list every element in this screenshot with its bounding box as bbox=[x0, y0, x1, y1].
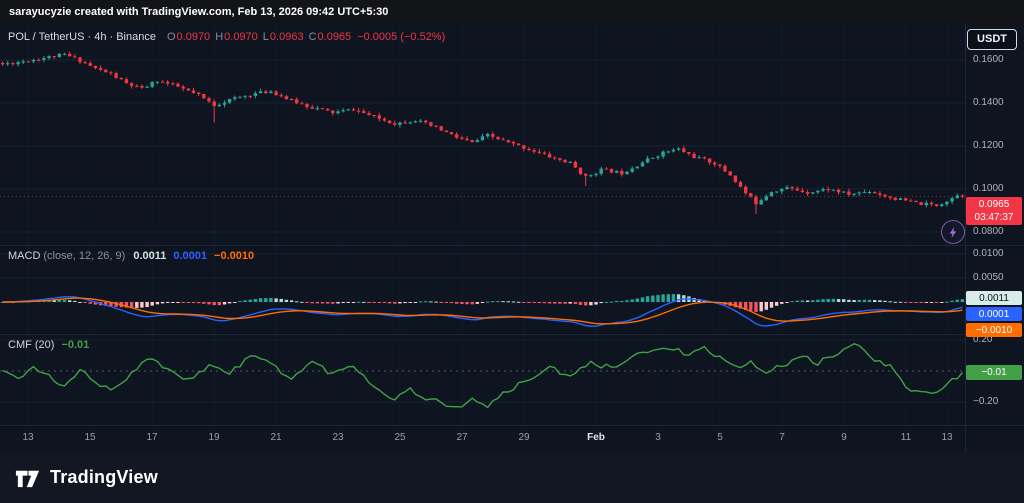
last-price-label: 0.096503:47:37 bbox=[966, 197, 1022, 225]
macd-line-axis-value: 0.0001 bbox=[966, 307, 1022, 321]
macd-params: (close, 12, 26, 9) bbox=[43, 250, 125, 262]
cmf-legend[interactable]: CMF (20) −0.01 bbox=[8, 339, 89, 351]
footer-bar: TradingView bbox=[0, 452, 1024, 503]
tradingview-logo[interactable]: TradingView bbox=[14, 464, 158, 491]
time-axis-tick: Feb bbox=[581, 432, 611, 443]
high-value: 0.0970 bbox=[224, 31, 258, 43]
time-axis-tick: 5 bbox=[705, 432, 735, 443]
time-axis-tick: 3 bbox=[643, 432, 673, 443]
price-pane-canvas[interactable] bbox=[0, 24, 965, 245]
macd-line-value: 0.0001 bbox=[173, 250, 207, 262]
open-label: O bbox=[167, 31, 176, 43]
high-label: H bbox=[215, 31, 223, 43]
instant-trade-button[interactable] bbox=[941, 220, 965, 244]
macd-axis-label: 0.0050 bbox=[973, 272, 1004, 284]
tradingview-logo-icon bbox=[14, 464, 41, 491]
price-axis-label: 0.0800 bbox=[973, 226, 1004, 238]
time-axis-tick: 17 bbox=[137, 432, 167, 443]
macd-histogram-axis-value: 0.0011 bbox=[966, 291, 1022, 305]
time-axis-tick: 7 bbox=[767, 432, 797, 443]
time-axis-tick: 11 bbox=[891, 432, 921, 443]
price-axis-label: 0.1000 bbox=[973, 183, 1004, 195]
symbol-legend[interactable]: POL / TetherUS · 4h · BinanceO0.0970H0.0… bbox=[8, 31, 445, 43]
cmf-axis-value: −0.01 bbox=[966, 365, 1022, 380]
change-value: −0.0005 (−0.52%) bbox=[357, 31, 445, 43]
time-axis-tick: 23 bbox=[323, 432, 353, 443]
price-axis[interactable]: 0.1600 0.1400 0.1200 0.1000 0.0800 0.0100 0.00… bbox=[966, 24, 1024, 425]
low-label: L bbox=[263, 31, 269, 43]
price-axis-label: 0.1600 bbox=[973, 54, 1004, 66]
attribution-text: sarayucyzie created with TradingView.com… bbox=[9, 6, 388, 18]
cmf-pane-canvas[interactable] bbox=[0, 334, 965, 425]
time-axis-tick: 13 bbox=[13, 432, 43, 443]
price-axis-label: 0.1200 bbox=[973, 140, 1004, 152]
time-axis-tick: 29 bbox=[509, 432, 539, 443]
time-axis-tick: 19 bbox=[199, 432, 229, 443]
time-axis[interactable]: 13 15 17 19 21 23 25 27 29 Feb 3 5 7 9 11 13 bbox=[0, 425, 965, 452]
low-value: 0.0963 bbox=[270, 31, 304, 43]
time-axis-tick: 13 bbox=[932, 432, 962, 443]
macd-signal-value: −0.0010 bbox=[214, 250, 254, 262]
attribution-bar: sarayucyzie created with TradingView.com… bbox=[0, 0, 1024, 24]
cmf-title: CMF (20) bbox=[8, 339, 54, 351]
close-label: C bbox=[309, 31, 317, 43]
pane-divider-macd[interactable] bbox=[0, 245, 1024, 246]
time-axis-tick: 27 bbox=[447, 432, 477, 443]
close-value: 0.0965 bbox=[318, 31, 352, 43]
currency-toggle-button[interactable]: USDT bbox=[967, 29, 1017, 50]
price-axis-label: 0.1400 bbox=[973, 97, 1004, 109]
cmf-value: −0.01 bbox=[61, 339, 89, 351]
time-axis-tick: 9 bbox=[829, 432, 859, 443]
macd-axis-label: 0.0100 bbox=[973, 248, 1004, 260]
bar-countdown: 03:47:37 bbox=[975, 211, 1014, 224]
macd-signal-axis-value: −0.0010 bbox=[966, 323, 1022, 337]
time-axis-tick: 21 bbox=[261, 432, 291, 443]
time-axis-tick: 15 bbox=[75, 432, 105, 443]
pane-divider-cmf[interactable] bbox=[0, 334, 1024, 335]
macd-title: MACD bbox=[8, 250, 40, 262]
open-value: 0.0970 bbox=[177, 31, 211, 43]
macd-legend[interactable]: MACD(close, 12, 26, 9) 0.0011 0.0001 −0.001… bbox=[8, 250, 254, 262]
lightning-icon bbox=[947, 226, 960, 239]
macd-histogram-value: 0.0011 bbox=[133, 250, 166, 262]
time-axis-tick: 25 bbox=[385, 432, 415, 443]
brand-name: TradingView bbox=[50, 467, 158, 488]
cmf-axis-label: −0.20 bbox=[973, 396, 998, 408]
last-price-value: 0.0965 bbox=[979, 198, 1010, 211]
symbol-title[interactable]: POL / TetherUS · 4h · Binance bbox=[8, 31, 156, 43]
tradingview-chart-page: sarayucyzie created with TradingView.com… bbox=[0, 0, 1024, 503]
